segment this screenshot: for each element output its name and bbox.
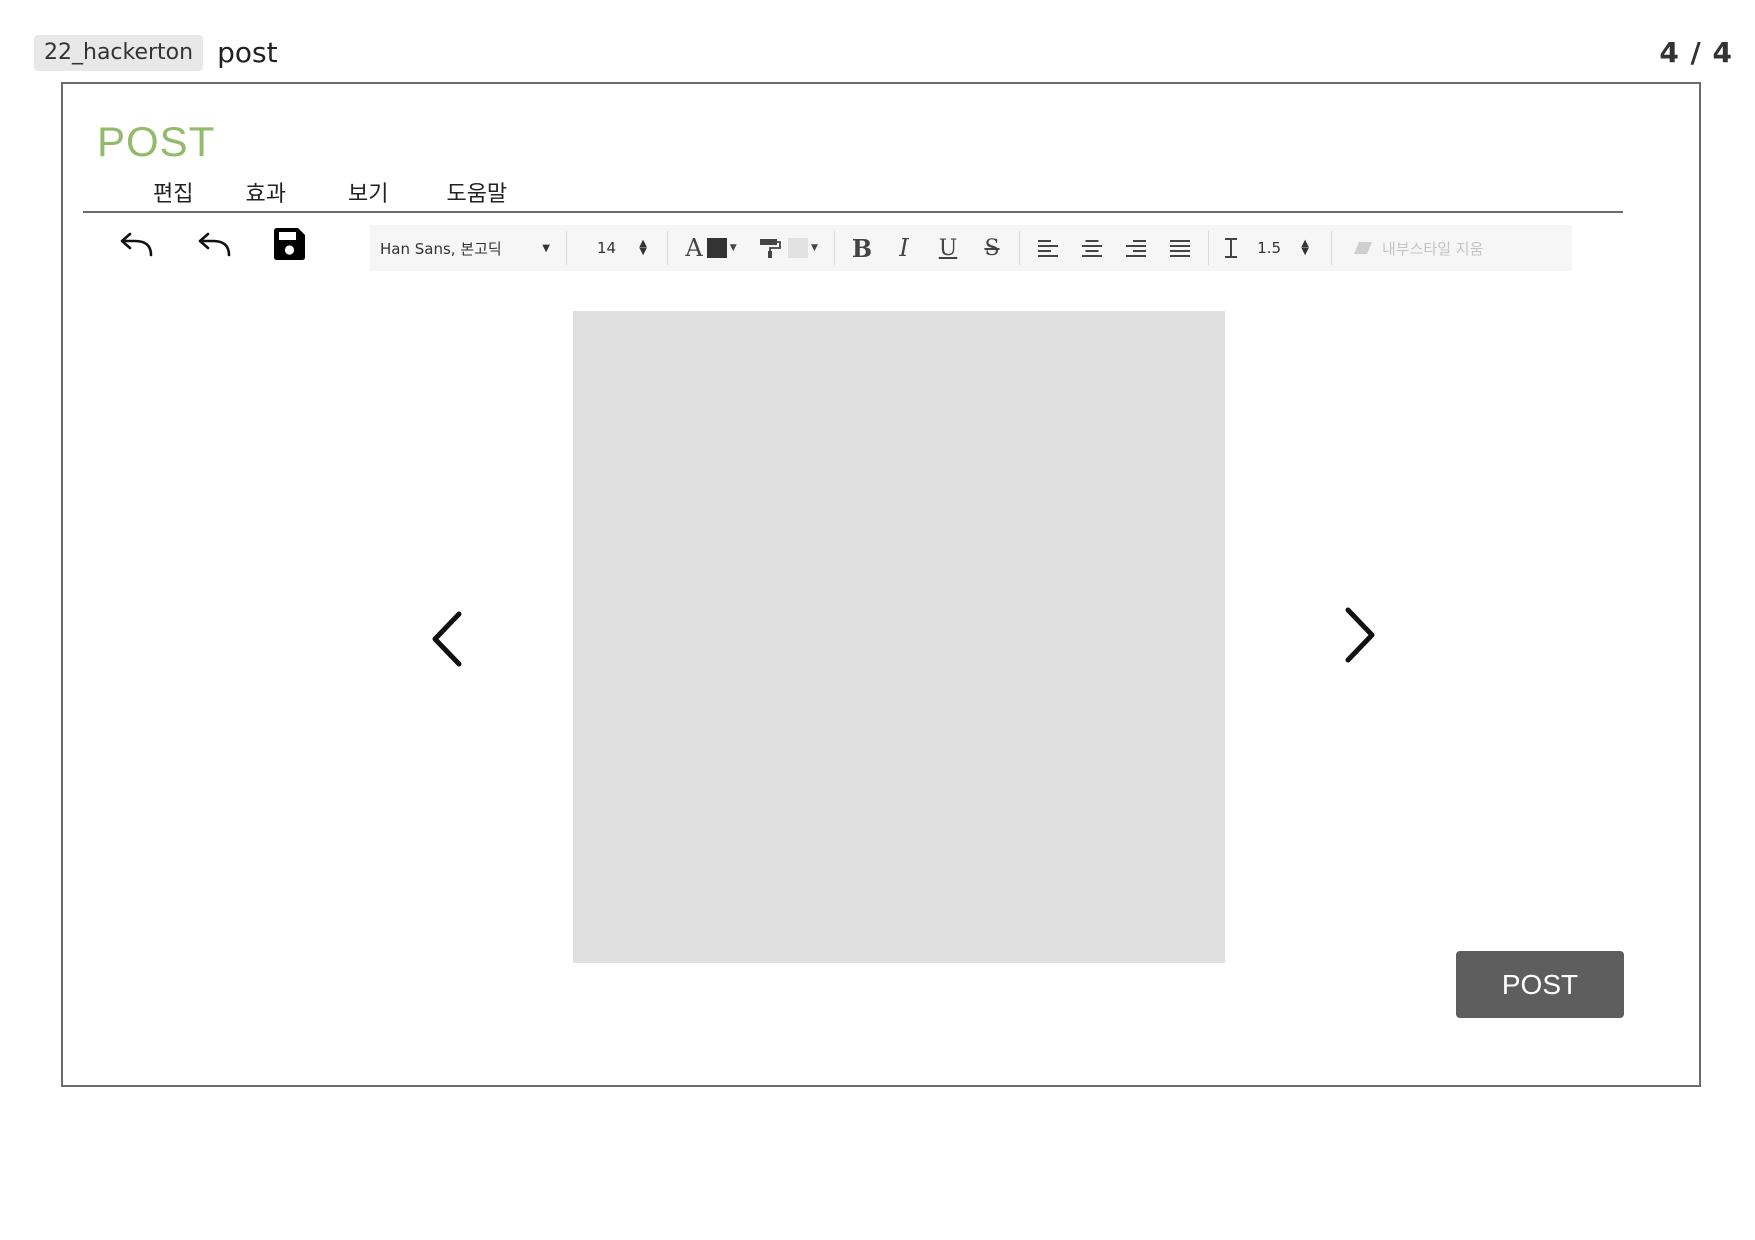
- highlight-color-swatch: [788, 238, 809, 258]
- line-height-stepper[interactable]: 1.5 ▲ ▼: [1215, 228, 1325, 268]
- redo-icon: [198, 232, 231, 257]
- paint-roller-icon: [760, 239, 781, 258]
- dropdown-caret-icon: ▼: [811, 243, 818, 253]
- font-family-value: Han Sans, 본고딕: [380, 239, 502, 258]
- align-justify-icon: [1170, 240, 1190, 257]
- page-counter: 4 / 4: [1659, 36, 1733, 69]
- align-justify-button[interactable]: [1158, 228, 1202, 268]
- app-frame: POST 편집 효과 보기 도움말 Han Sans, 본고딕 ▼ 14 ▲ ▼…: [61, 82, 1701, 1087]
- app-title: POST: [97, 118, 216, 165]
- page-header: 22_hackerton post: [34, 34, 278, 72]
- menu-item-help[interactable]: 도움말: [446, 176, 507, 208]
- next-image-button[interactable]: [1330, 600, 1390, 670]
- toolbar-separator: [1208, 231, 1209, 265]
- bold-button[interactable]: B: [841, 228, 883, 268]
- stepper-arrows-icon: ▲ ▼: [1301, 238, 1309, 257]
- align-center-icon: [1082, 240, 1102, 257]
- font-size-stepper[interactable]: 14 ▲ ▼: [573, 228, 661, 268]
- font-family-select[interactable]: Han Sans, 본고딕 ▼: [370, 228, 560, 268]
- undo-icon: [120, 232, 153, 257]
- undo-button[interactable]: [109, 219, 165, 269]
- align-right-icon: [1126, 240, 1146, 257]
- chevron-right-icon: [1345, 607, 1375, 663]
- clear-style-label: 내부스타일 지움: [1382, 239, 1484, 258]
- dropdown-caret-icon: ▼: [542, 242, 550, 254]
- strikethrough-button[interactable]: S: [971, 228, 1013, 268]
- menu-item-view[interactable]: 보기: [348, 176, 388, 208]
- menu-item-effects[interactable]: 효과: [245, 176, 285, 208]
- font-color-icon: A: [685, 234, 703, 262]
- bold-icon: B: [851, 233, 873, 263]
- toolbar-separator: [1331, 231, 1332, 265]
- line-height-value: 1.5: [1257, 239, 1282, 257]
- underline-icon: U: [938, 235, 958, 261]
- chevron-left-icon: [432, 611, 462, 667]
- redo-button[interactable]: [187, 219, 243, 269]
- align-center-button[interactable]: [1070, 228, 1114, 268]
- prev-image-button[interactable]: [417, 604, 477, 674]
- toolbar-separator: [1019, 231, 1020, 265]
- toolbar-separator: [834, 231, 835, 265]
- eraser-icon: [1354, 242, 1372, 254]
- text-color-button[interactable]: A ▼: [674, 228, 748, 268]
- stepper-arrows-icon: ▲ ▼: [639, 238, 647, 257]
- align-left-button[interactable]: [1026, 228, 1070, 268]
- italic-button[interactable]: I: [883, 228, 925, 268]
- text-color-swatch: [706, 238, 727, 258]
- format-toolbar: Han Sans, 본고딕 ▼ 14 ▲ ▼ A ▼ ▼ B I U S 1.5…: [370, 225, 1572, 271]
- underline-button[interactable]: U: [925, 228, 971, 268]
- post-button[interactable]: POST: [1456, 951, 1624, 1018]
- line-height-icon: [1225, 238, 1237, 258]
- image-placeholder: [573, 311, 1225, 963]
- menubar: 편집 효과 보기 도움말: [153, 176, 507, 208]
- toolbar-separator: [566, 231, 567, 265]
- menu-divider: [83, 211, 1623, 213]
- align-right-button[interactable]: [1114, 228, 1158, 268]
- save-button[interactable]: [261, 219, 317, 269]
- clear-style-button[interactable]: 내부스타일 지움: [1338, 228, 1483, 268]
- page-name: post: [217, 36, 278, 69]
- strikethrough-icon: S: [984, 235, 1000, 261]
- highlight-color-button[interactable]: ▼: [748, 228, 828, 268]
- font-size-value: 14: [597, 239, 617, 257]
- project-badge: 22_hackerton: [34, 35, 204, 71]
- menu-item-edit[interactable]: 편집: [153, 176, 193, 208]
- floppy-disk-icon: [274, 228, 305, 260]
- dropdown-caret-icon: ▼: [729, 243, 737, 253]
- align-left-icon: [1038, 240, 1058, 257]
- italic-icon: I: [899, 234, 909, 262]
- toolbar-separator: [667, 231, 668, 265]
